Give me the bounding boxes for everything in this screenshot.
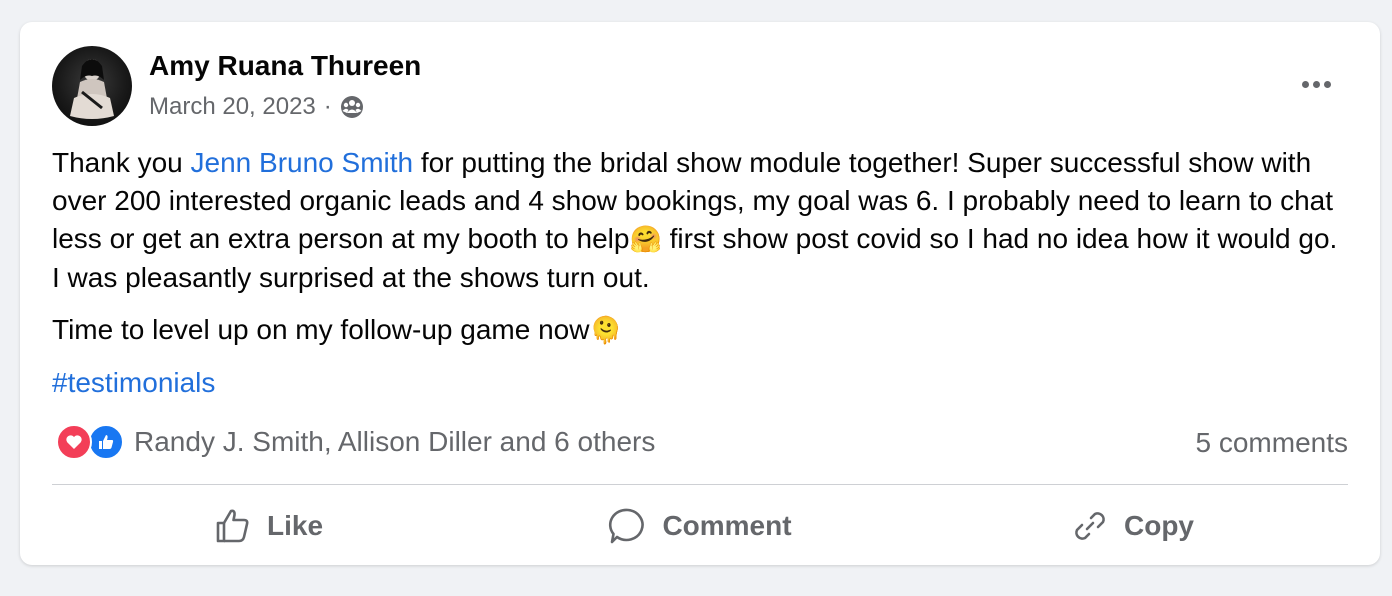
meta-separator: · [323, 93, 332, 120]
author-name[interactable]: Amy Ruana Thureen [149, 50, 421, 82]
reactions-summary[interactable]: Randy J. Smith, Allison Diller and 6 oth… [56, 424, 655, 460]
post-meta: March 20, 2023 · [149, 93, 364, 121]
melting-face-emoji: 🫠 [589, 316, 622, 346]
love-reaction-icon [56, 424, 92, 460]
copy-button[interactable]: Copy [916, 492, 1348, 560]
hug-emoji: 🤗 [629, 225, 662, 255]
author-avatar[interactable] [52, 46, 132, 126]
link-icon [1075, 512, 1105, 540]
comment-button[interactable]: Comment [484, 492, 916, 560]
avatar-photo [70, 59, 114, 119]
comment-label: Comment [662, 510, 792, 541]
post-body: Thank you Jenn Bruno Smith for putting t… [52, 144, 1342, 416]
post-actions: Like Comment Copy [52, 492, 1348, 560]
more-options-button[interactable] [1296, 66, 1336, 102]
post-paragraph-2: Time to level up on my follow-up game no… [52, 314, 622, 346]
mention-link[interactable]: Jenn Bruno Smith [191, 147, 414, 178]
reactors-text[interactable]: Randy J. Smith, Allison Diller and 6 oth… [134, 426, 655, 458]
comment-bubble-icon [609, 508, 645, 544]
like-label: Like [266, 510, 324, 541]
friends-group-icon[interactable] [340, 95, 364, 119]
post-paragraph-1: Thank you Jenn Bruno Smith for putting t… [52, 147, 1338, 293]
hashtag-link[interactable]: #testimonials [52, 367, 215, 398]
copy-label: Copy [1124, 510, 1194, 541]
post-card: Amy Ruana Thureen March 20, 2023 · Thank… [20, 22, 1380, 565]
like-button[interactable]: Like [52, 492, 484, 560]
comments-count[interactable]: 5 comments [1196, 427, 1349, 459]
more-horizontal-icon [1301, 80, 1309, 88]
like-reaction-icon [88, 424, 124, 460]
thumbs-up-icon [216, 509, 249, 543]
post-date[interactable]: March 20, 2023 [149, 93, 316, 121]
divider [52, 484, 1348, 485]
